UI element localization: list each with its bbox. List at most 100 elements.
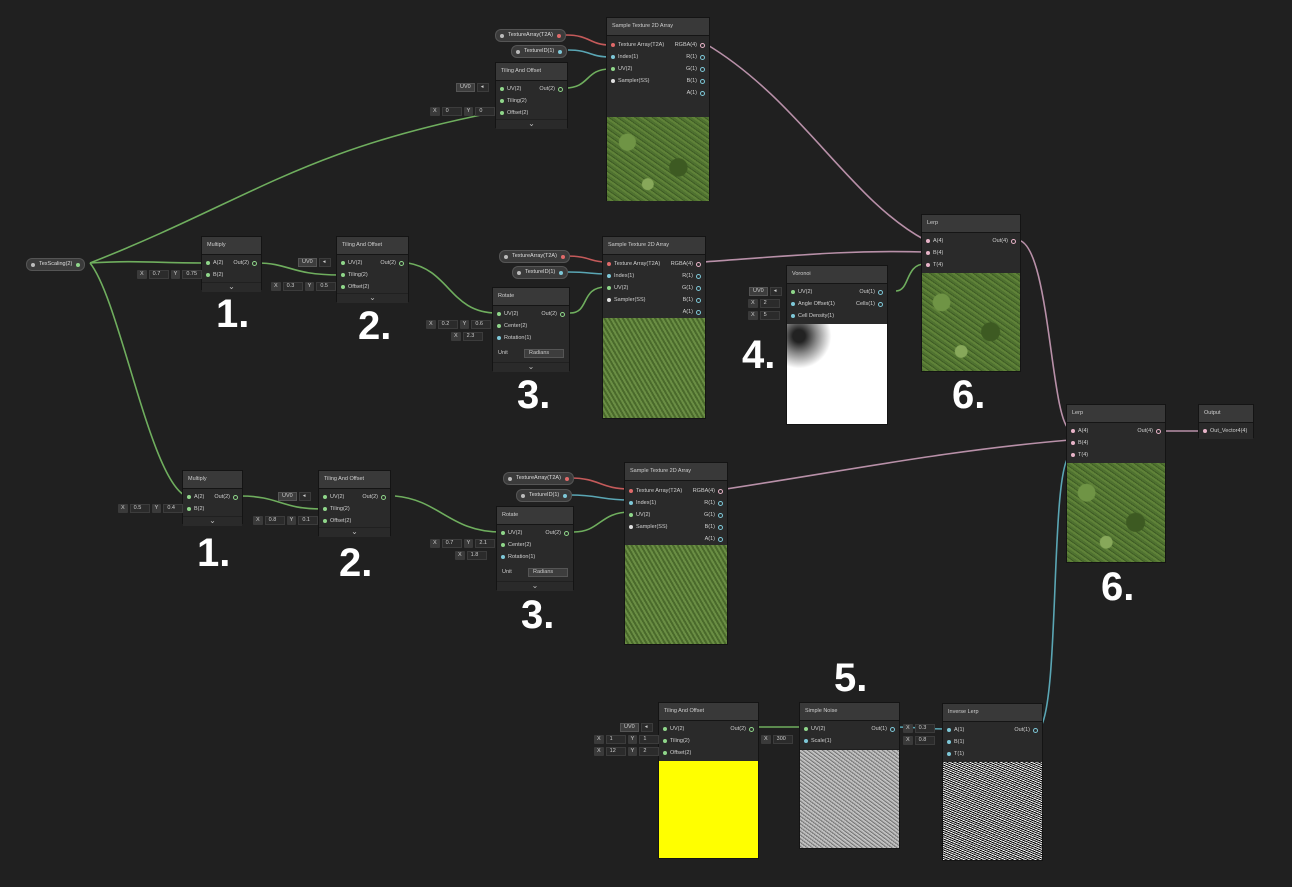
port-dot[interactable] [629,501,633,505]
port-dot[interactable] [700,42,705,48]
port[interactable]: B(1) [943,736,964,748]
port[interactable]: G(1) [686,63,709,75]
port-dot[interactable] [1071,429,1075,433]
expand-chevron[interactable]: ⌄ [497,581,573,591]
port[interactable]: Tiling(2) [496,95,527,107]
port-dot[interactable] [890,726,895,732]
label[interactable]: 0.8 [914,735,935,745]
port-dot[interactable] [629,489,633,493]
port-dot[interactable] [696,285,701,291]
port-dot[interactable] [878,301,883,307]
port-dot[interactable] [718,488,723,494]
tiling-offset-fields-1[interactable]: X 0.3 Y 0.5 [271,281,337,291]
port[interactable]: Out(4) [1137,425,1165,437]
port-dot[interactable] [497,324,501,328]
port[interactable]: Center(2) [493,320,527,332]
port[interactable]: Center(2) [497,539,531,551]
port-dot[interactable] [1203,429,1207,433]
label[interactable]: 0.6 [471,319,492,329]
port-dot[interactable] [611,43,615,47]
port-dot[interactable] [629,513,633,517]
port-dot[interactable] [564,530,569,536]
lerp-node-2[interactable]: Lerp A(4) B(4) T(4) Out(4) [1066,404,1166,563]
port-dot[interactable] [558,86,563,92]
voronoi-density-field[interactable]: X5 [748,310,780,320]
port[interactable]: Texture Array(T2A) [603,258,660,270]
port[interactable]: Offset(2) [337,281,369,293]
port-dot[interactable] [187,495,191,499]
port-dot[interactable] [663,751,667,755]
port-dot[interactable] [947,728,951,732]
label[interactable]: 0.1 [298,515,319,525]
port-dot[interactable] [696,309,701,315]
port-dot[interactable] [500,87,504,91]
tiling-offset-fields-2[interactable]: X 0.8 Y 0.1 [253,515,319,525]
inverse-lerp-b-field[interactable]: X 0.8 [903,735,935,745]
port-dot[interactable] [607,286,611,290]
multiply-node-2[interactable]: Multiply A(2) B(2) Out(2) ⌄ [182,470,243,526]
port-dot[interactable] [696,261,701,267]
sample-texture-node-2[interactable]: Sample Texture 2D Array Texture Array(T2… [624,462,728,645]
tex-scaling-property[interactable]: TexScaling(2) [26,258,86,271]
unit-select[interactable]: Radians [524,349,564,358]
port[interactable]: Sampler(SS) [625,521,667,533]
port[interactable]: Out(2) [233,257,261,269]
label[interactable]: UV0 [749,286,768,296]
port-dot[interactable] [560,311,565,317]
port[interactable]: Offset(2) [319,515,351,527]
expand-chevron[interactable]: ⌄ [202,282,261,292]
port[interactable]: Offset(2) [659,747,691,759]
port[interactable]: RGBA(4) [675,39,709,51]
port-dot[interactable] [791,314,795,318]
port[interactable]: B(1) [683,294,705,306]
port-dot[interactable] [718,500,723,506]
port-dot[interactable] [611,55,615,59]
port[interactable]: UV(2) [800,723,825,735]
label[interactable]: 300 [772,734,793,744]
port-dot[interactable] [718,536,723,542]
label[interactable]: UV0 [456,82,475,92]
port-dot[interactable] [804,727,808,731]
uv-channel-select[interactable]: UV0 ◂ [749,286,782,296]
label[interactable]: 0.5 [129,503,150,513]
port[interactable]: Tiling(2) [337,269,368,281]
simple-noise-node[interactable]: Simple Noise UV(2) Scale(1) Out(1) [799,702,900,849]
voronoi-angle-field[interactable]: X2 [748,298,780,308]
port[interactable]: Out(2) [541,308,569,320]
label[interactable]: 0.3 [914,723,935,733]
port[interactable]: Scale(1) [800,735,831,747]
port-dot[interactable] [607,262,611,266]
port[interactable]: B(1) [705,521,727,533]
port[interactable]: Texture Array(T2A) [607,39,664,51]
port-dot[interactable] [1156,428,1161,434]
port-dot[interactable] [791,290,795,294]
sample-texture-node-1[interactable]: Sample Texture 2D Array Texture Array(T2… [602,236,706,419]
port[interactable]: Offset(2) [496,107,528,119]
port-dot[interactable] [700,78,705,84]
port-dot[interactable] [497,336,501,340]
port[interactable]: Out_Vector4(4) [1199,425,1247,437]
output-node[interactable]: Output Out_Vector4(4) [1198,404,1254,439]
port[interactable]: A(1) [943,724,964,736]
port[interactable]: UV(2) [607,63,632,75]
port-dot[interactable] [663,739,667,743]
port-dot[interactable] [1071,441,1075,445]
expand-chevron[interactable]: ⌄ [496,119,567,129]
port-dot[interactable] [749,726,754,732]
offset-fields-bottom[interactable]: X 12 Y2 [594,746,660,756]
port[interactable]: UV(2) [493,308,518,320]
port[interactable]: Sampler(SS) [603,294,645,306]
port[interactable]: Out(2) [539,83,567,95]
port[interactable]: Out(4) [992,235,1020,247]
port[interactable]: RGBA(4) [693,485,727,497]
port-dot[interactable] [663,727,667,731]
port-dot[interactable] [696,273,701,279]
port-dot[interactable] [206,261,210,265]
rotate-node-1[interactable]: Rotate UV(2) Center(2) Rotation(1) Out(2… [492,287,570,372]
uv-channel-select[interactable]: UV0 ◂ [620,722,653,732]
unit-select[interactable]: Radians [528,568,568,577]
port-dot[interactable] [1011,238,1016,244]
texture-array-property[interactable]: TextureArray(T2A) [499,250,570,263]
port[interactable]: Cells(1) [856,298,887,310]
port-dot[interactable] [323,519,327,523]
